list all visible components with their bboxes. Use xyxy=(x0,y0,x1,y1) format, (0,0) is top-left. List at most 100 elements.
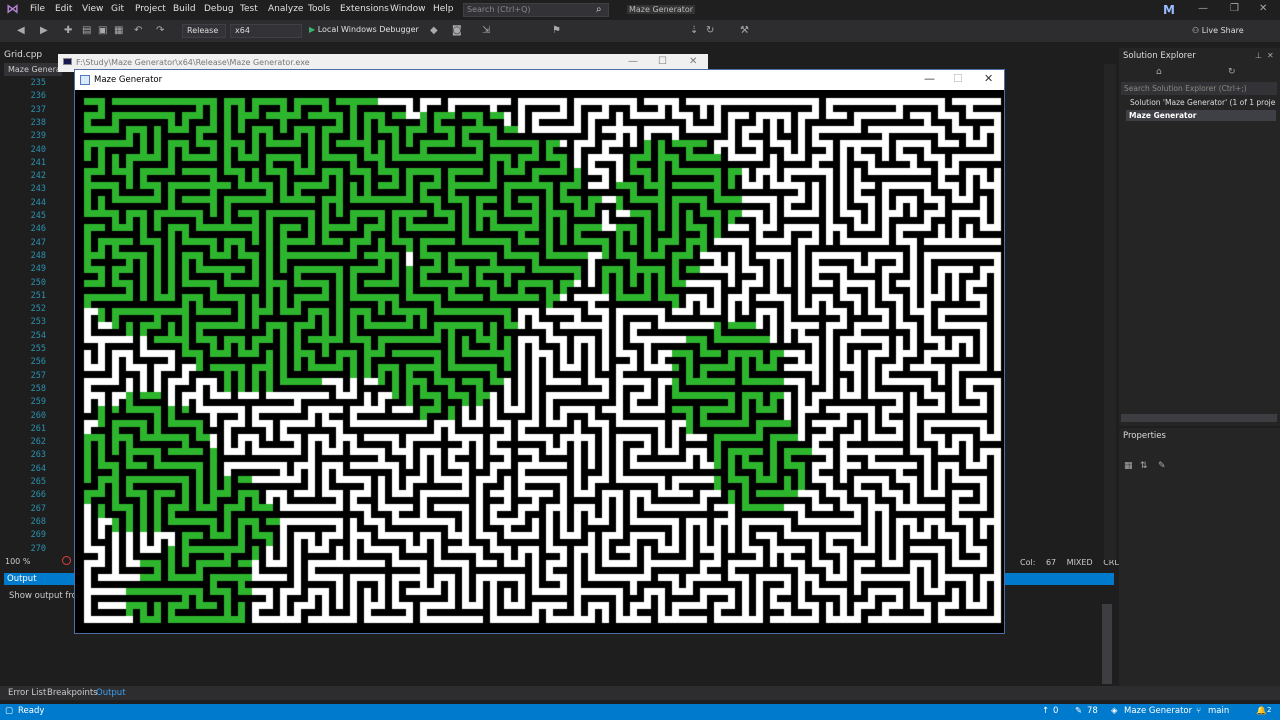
line-number: 262 xyxy=(30,437,46,448)
avatar[interactable]: M xyxy=(1163,3,1176,17)
live-share-button[interactable]: ⚇ Live Share xyxy=(1192,26,1244,35)
project-combo[interactable]: Maze Generator xyxy=(4,63,62,76)
solution-explorer-title: Solution Explorer xyxy=(1123,51,1196,61)
pin-icon[interactable]: ⊥ xyxy=(1255,51,1262,60)
repo-icon: ◈ xyxy=(1111,706,1118,716)
tab-breakpoints[interactable]: Breakpoints xyxy=(47,688,98,698)
search-input[interactable]: Search (Ctrl+Q) xyxy=(463,3,609,17)
project-tree-item[interactable]: Maze Generator xyxy=(1126,110,1276,121)
notification-count: 2 xyxy=(1267,706,1272,714)
zoom-level[interactable]: 100 % xyxy=(5,557,30,566)
line-number: 245 xyxy=(30,211,46,221)
up-count[interactable]: 0 xyxy=(1053,706,1058,716)
restore-icon[interactable]: ❐ xyxy=(1230,3,1239,14)
run-debugger-label: Local Windows Debugger xyxy=(317,25,419,34)
menu-item-build[interactable]: Build xyxy=(173,4,196,14)
maze-title-bar[interactable] xyxy=(75,70,1004,90)
forward-icon[interactable]: ▶ xyxy=(40,25,48,36)
back-icon[interactable]: ◀ xyxy=(17,25,25,36)
error-icon[interactable] xyxy=(62,556,71,565)
line-number: 263 xyxy=(30,450,46,461)
edit-count[interactable]: 78 xyxy=(1087,706,1098,716)
redo-icon[interactable]: ↷ xyxy=(156,25,164,36)
tools-icon[interactable]: ⚒ xyxy=(740,25,749,36)
tabs-mode[interactable]: MIXED xyxy=(1067,558,1093,567)
line-number: 242 xyxy=(30,171,46,182)
line-number: 250 xyxy=(30,277,46,288)
tab-error-list[interactable]: Error List xyxy=(8,688,46,698)
new-item-icon[interactable]: ✚ xyxy=(64,25,72,36)
file-tab[interactable]: Grid.cpp xyxy=(4,50,42,60)
solution-hscrollbar[interactable] xyxy=(1121,414,1277,422)
step-icon[interactable]: ⇲ xyxy=(482,25,490,36)
repo-name[interactable]: Maze Generator xyxy=(1124,706,1192,716)
attach-icon[interactable]: ◆ xyxy=(430,25,438,36)
menu-item-analyze[interactable]: Analyze xyxy=(268,4,303,14)
menu-item-test[interactable]: Test xyxy=(240,4,258,14)
open-icon[interactable]: ▤ xyxy=(82,25,91,36)
menu-item-debug[interactable]: Debug xyxy=(204,4,234,14)
run-debugger-button[interactable]: ▶ Local Windows Debugger xyxy=(309,25,419,34)
minimize-icon[interactable]: — xyxy=(924,72,935,85)
save-icon[interactable]: ▣ xyxy=(98,25,107,36)
refresh-icon[interactable]: ↻ xyxy=(1228,67,1236,77)
line-number: 238 xyxy=(30,117,46,128)
branch-icon: ⑂ xyxy=(1196,706,1202,716)
alphabetical-icon[interactable]: ⇅ xyxy=(1140,461,1148,471)
menu-item-git[interactable]: Git xyxy=(111,4,124,14)
line-number: 246 xyxy=(30,224,46,235)
line-number: 265 xyxy=(30,477,46,487)
line-number: 255 xyxy=(30,344,46,354)
line-number: 235 xyxy=(30,78,46,88)
live-share-icon: ⚇ xyxy=(1192,26,1200,35)
search-icon[interactable]: ⌕ xyxy=(596,4,602,15)
camera-icon[interactable]: ◙ xyxy=(452,25,462,36)
menu-item-tools[interactable]: Tools xyxy=(308,4,330,14)
visual-studio-logo-icon: ⋈ xyxy=(6,2,19,17)
up-arrow-icon: ↑ xyxy=(1042,706,1050,716)
line-number: 239 xyxy=(30,131,46,142)
categorized-icon[interactable]: ▦ xyxy=(1124,461,1133,471)
line-number: 249 xyxy=(30,264,46,275)
maximize-icon[interactable]: ☐ xyxy=(658,56,667,67)
solution-search-input[interactable]: Search Solution Explorer (Ctrl+;) xyxy=(1121,82,1277,95)
menu-item-file[interactable]: File xyxy=(30,4,45,14)
maze-canvas[interactable] xyxy=(77,91,1002,632)
menu-item-window[interactable]: Window xyxy=(390,4,426,14)
undo-icon[interactable]: ↶ xyxy=(134,25,142,36)
home-icon[interactable]: ⌂ xyxy=(1156,67,1162,77)
line-number: 243 xyxy=(30,184,46,195)
menu-item-edit[interactable]: Edit xyxy=(55,4,72,14)
save-all-icon[interactable]: ▦ xyxy=(114,25,123,36)
step-over-icon[interactable]: ↻ xyxy=(706,25,714,36)
solution-root-item[interactable]: Solution 'Maze Generator' (1 of 1 proje xyxy=(1130,98,1275,107)
line-number: 247 xyxy=(30,237,46,248)
wrench-icon[interactable]: ✎ xyxy=(1158,461,1166,471)
step-into-icon[interactable]: ⇣ xyxy=(690,25,698,36)
close-icon[interactable]: ✕ xyxy=(984,72,993,85)
line-number: 240 xyxy=(30,144,46,155)
line-number: 237 xyxy=(30,104,46,115)
menu-item-extensions[interactable]: Extensions xyxy=(340,4,389,14)
menu-item-project[interactable]: Project xyxy=(135,4,166,14)
close-icon[interactable]: ✕ xyxy=(1259,3,1267,14)
bell-icon[interactable]: 🔔 xyxy=(1256,706,1267,716)
line-number: 269 xyxy=(30,530,46,541)
branch-name[interactable]: main xyxy=(1208,706,1229,716)
menu-item-help[interactable]: Help xyxy=(433,4,454,14)
line-number: 259 xyxy=(30,397,46,408)
output-scrollbar[interactable] xyxy=(1102,604,1112,684)
menu-item-view[interactable]: View xyxy=(82,4,103,14)
maximize-icon[interactable]: ☐ xyxy=(953,72,963,85)
editor-scrollbar[interactable] xyxy=(1104,64,1116,560)
bookmark-icon[interactable]: ⚑ xyxy=(552,25,561,36)
line-number: 244 xyxy=(30,197,46,208)
close-icon[interactable]: ✕ xyxy=(1267,51,1274,60)
close-icon[interactable]: ✕ xyxy=(689,56,697,67)
line-number: 257 xyxy=(30,370,46,381)
configuration-select[interactable]: Release xyxy=(182,24,226,38)
platform-select[interactable]: x64 xyxy=(230,24,302,38)
minimize-icon[interactable]: — xyxy=(628,56,638,67)
tab-output[interactable]: Output xyxy=(96,688,126,698)
minimize-icon[interactable]: — xyxy=(1198,3,1208,14)
